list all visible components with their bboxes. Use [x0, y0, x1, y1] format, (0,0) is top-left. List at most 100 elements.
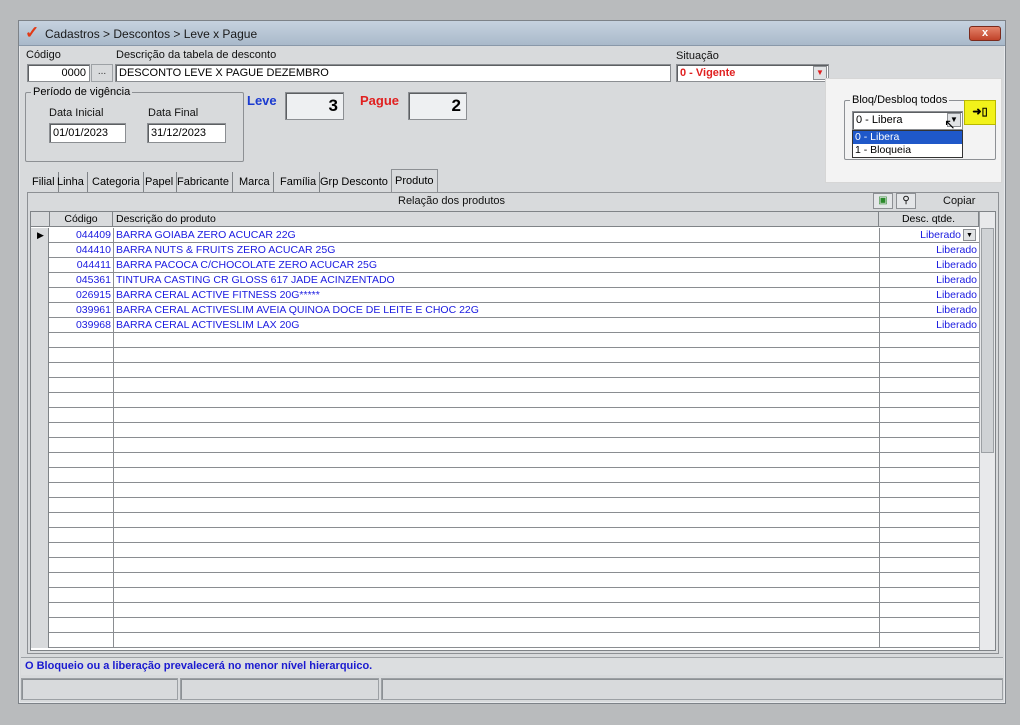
table-row[interactable]: [31, 423, 979, 438]
tab-marca[interactable]: Marca: [236, 172, 274, 193]
column-divider: [113, 573, 114, 588]
cell-codigo[interactable]: 044410: [50, 243, 111, 258]
chevron-down-icon[interactable]: ▼: [963, 229, 976, 241]
copiar-button[interactable]: Copiar: [943, 195, 975, 207]
table-row[interactable]: 044410 BARRA NUTS & FRUITS ZERO ACUCAR 25…: [31, 243, 979, 258]
column-divider: [879, 288, 880, 303]
table-row[interactable]: 045361 TINTURA CASTING CR GLOSS 617 JADE …: [31, 273, 979, 288]
table-row[interactable]: [31, 483, 979, 498]
table-row[interactable]: [31, 453, 979, 468]
vertical-scrollbar[interactable]: [979, 212, 995, 650]
table-row[interactable]: [31, 348, 979, 363]
tab-produto[interactable]: Produto: [391, 169, 438, 193]
cell-status[interactable]: Liberado: [881, 258, 977, 273]
column-divider: [879, 603, 880, 618]
table-row[interactable]: [31, 573, 979, 588]
codigo-field[interactable]: 0000: [27, 64, 90, 82]
tab-categoria[interactable]: Categoria: [89, 172, 144, 193]
column-divider: [113, 348, 114, 363]
table-row[interactable]: [31, 408, 979, 423]
table-row[interactable]: 026915 BARRA CERAL ACTIVE FITNESS 20G****…: [31, 288, 979, 303]
tab-fabricante[interactable]: Fabricante: [174, 172, 233, 193]
cell-descricao[interactable]: TINTURA CASTING CR GLOSS 617 JADE ACINZE…: [116, 273, 876, 288]
codigo-lookup-button[interactable]: ...: [91, 64, 113, 82]
tab-grp-desconto[interactable]: Grp Desconto: [317, 172, 392, 193]
column-divider: [113, 453, 114, 468]
leve-field[interactable]: 3: [285, 92, 344, 120]
data-final-field[interactable]: 31/12/2023: [147, 123, 226, 143]
cell-status[interactable]: Liberado: [881, 303, 977, 318]
cell-codigo[interactable]: 044411: [50, 258, 111, 273]
table-row[interactable]: 044411 BARRA PACOCA C/CHOCOLATE ZERO ACUC…: [31, 258, 979, 273]
excel-icon[interactable]: ▣: [873, 193, 893, 209]
column-divider: [113, 528, 114, 543]
cell-codigo[interactable]: 026915: [50, 288, 111, 303]
column-divider: [879, 228, 880, 243]
scroll-thumb[interactable]: [981, 228, 994, 453]
table-row[interactable]: [31, 363, 979, 378]
cell-descricao[interactable]: BARRA NUTS & FRUITS ZERO ACUCAR 25G: [116, 243, 876, 258]
column-divider: [879, 363, 880, 378]
table-row[interactable]: [31, 438, 979, 453]
cell-descricao[interactable]: BARRA CERAL ACTIVE FITNESS 20G*****: [116, 288, 876, 303]
table-row[interactable]: [31, 393, 979, 408]
tab-familia[interactable]: Família: [277, 172, 321, 193]
column-divider: [879, 483, 880, 498]
cell-status[interactable]: Liberado: [881, 228, 961, 243]
table-row[interactable]: [31, 588, 979, 603]
cell-codigo[interactable]: 044409: [50, 228, 111, 243]
table-row[interactable]: ▶ 044409 BARRA GOIABA ZERO ACUCAR 22G Liber…: [31, 228, 979, 243]
cell-codigo[interactable]: 045361: [50, 273, 111, 288]
column-divider: [879, 318, 880, 333]
table-row[interactable]: [31, 558, 979, 573]
table-row[interactable]: [31, 603, 979, 618]
row-indicator: [31, 483, 49, 498]
apply-button[interactable]: ➜▯: [964, 100, 996, 125]
table-row[interactable]: [31, 468, 979, 483]
cell-descricao[interactable]: BARRA PACOCA C/CHOCOLATE ZERO ACUCAR 25G: [116, 258, 876, 273]
pague-field[interactable]: 2: [408, 92, 467, 120]
close-button[interactable]: x: [969, 26, 1001, 41]
table-row[interactable]: 039961 BARRA CERAL ACTIVESLIM AVEIA QUINO…: [31, 303, 979, 318]
col-descricao[interactable]: Descrição do produto: [113, 212, 879, 227]
descricao-field[interactable]: DESCONTO LEVE X PAGUE DEZEMBRO: [115, 64, 671, 82]
table-row[interactable]: [31, 498, 979, 513]
column-divider: [113, 498, 114, 513]
cell-descricao[interactable]: BARRA CERAL ACTIVESLIM AVEIA QUINOA DOCE…: [116, 303, 876, 318]
cell-status[interactable]: Liberado: [881, 243, 977, 258]
descricao-label: Descrição da tabela de desconto: [116, 49, 277, 61]
tab-papel[interactable]: Papel: [142, 172, 178, 193]
column-divider: [113, 603, 114, 618]
table-row[interactable]: [31, 633, 979, 648]
table-row[interactable]: [31, 543, 979, 558]
table-row[interactable]: [31, 333, 979, 348]
data-inicial-field[interactable]: 01/01/2023: [49, 123, 126, 143]
row-indicator: [31, 618, 49, 633]
column-divider: [113, 543, 114, 558]
column-divider: [879, 258, 880, 273]
col-codigo[interactable]: Código: [50, 212, 113, 227]
mouse-cursor-icon: ↖: [944, 116, 956, 132]
cell-descricao[interactable]: BARRA GOIABA ZERO ACUCAR 22G: [116, 228, 876, 243]
produtos-grid[interactable]: Código Descrição do produto Desc. qtde. …: [30, 211, 996, 651]
table-row[interactable]: [31, 618, 979, 633]
column-divider: [113, 318, 114, 333]
situacao-select[interactable]: 0 - Vigente ▼: [676, 64, 829, 82]
cell-status[interactable]: Liberado: [881, 273, 977, 288]
cell-status[interactable]: Liberado: [881, 288, 977, 303]
column-divider: [113, 258, 114, 273]
col-desc-qtde[interactable]: Desc. qtde.: [879, 212, 979, 227]
table-row[interactable]: [31, 513, 979, 528]
column-divider: [113, 333, 114, 348]
table-row[interactable]: [31, 528, 979, 543]
table-row[interactable]: [31, 378, 979, 393]
table-row[interactable]: 039968 BARRA CERAL ACTIVESLIM LAX 20G Libe…: [31, 318, 979, 333]
tab-linha[interactable]: Linha: [54, 172, 88, 193]
bloq-option-bloqueia[interactable]: 1 - Bloqueia: [853, 144, 962, 157]
cell-codigo[interactable]: 039961: [50, 303, 111, 318]
cell-codigo[interactable]: 039968: [50, 318, 111, 333]
data-inicial-label: Data Inicial: [49, 107, 104, 119]
search-icon[interactable]: ⚲: [896, 193, 916, 209]
cell-status[interactable]: Liberado: [881, 318, 977, 333]
cell-descricao[interactable]: BARRA CERAL ACTIVESLIM LAX 20G: [116, 318, 876, 333]
